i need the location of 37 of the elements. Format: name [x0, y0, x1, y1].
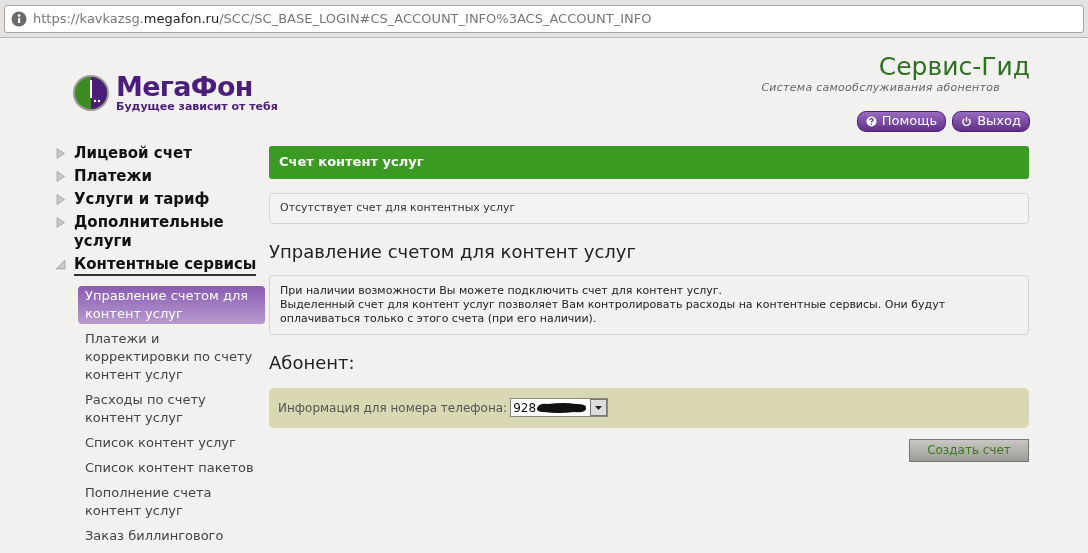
logo-wordmark: МегаФон [116, 73, 253, 101]
phone-select[interactable]: 928 [510, 398, 609, 417]
info-text: Выделенный счет для контент услуг позволяет Вам контролировать расходы на контентные сервисы. Они будут оплачиваться только с этого счета (при его наличии). [280, 297, 947, 326]
phone-value: 928 [513, 399, 537, 417]
address-bar[interactable]: https://kavkazsg.megafon.ru/SCC/SC_BASE_LOGIN#CS_ACCOUNT_INFO%3ACS_ACCOUNT_INFO [4, 4, 1084, 33]
logo-icon [72, 73, 110, 112]
subnav-item[interactable]: Список контент услуг [78, 432, 265, 453]
notice-text: Отсутствует счет для контентных услуг [280, 199, 516, 216]
subnav-item[interactable]: Заказ биллингового [78, 525, 265, 546]
app-title: Сервис-Гид [878, 54, 1030, 79]
expand-triangle-icon[interactable] [55, 216, 66, 228]
expand-triangle-icon[interactable] [55, 193, 66, 205]
nav-item[interactable]: Лицевой счет [74, 143, 192, 163]
subnav-item[interactable]: Платежи и корректировки по счету контент услуг [78, 328, 265, 385]
expand-triangle-icon[interactable] [55, 147, 66, 159]
phone-label: Информация для номера телефона: [278, 399, 508, 417]
app-subtitle: Система самообслуживания абонентов [761, 80, 1000, 96]
help-icon [865, 115, 877, 127]
nav-item[interactable]: Дополнительные услуги [74, 212, 265, 251]
expand-triangle-icon[interactable] [55, 170, 66, 182]
power-icon [961, 115, 973, 127]
subnav-item[interactable]: Управление счетом для контент услуг [78, 285, 265, 324]
help-button[interactable]: Помощь [856, 110, 947, 132]
panel-title: Счет контент услуг [279, 153, 424, 172]
nav-item[interactable]: Услуги и тариф [74, 189, 210, 209]
nav-item[interactable]: Платежи [74, 166, 152, 186]
section-title: Управление счетом для контент услуг [269, 239, 637, 264]
subnav-item[interactable]: Расходы по счету контент услуг [78, 389, 265, 428]
info-text: При наличии возможности Вы можете подключить счет для контент услуг. [280, 283, 724, 298]
subnav-item[interactable]: Список контент пакетов [78, 457, 265, 478]
subscriber-title: Абонент: [269, 350, 356, 375]
info-icon[interactable] [11, 10, 27, 27]
logo-slogan: Будущее зависит от тебя [116, 101, 278, 113]
logout-button[interactable]: Выход [952, 110, 1030, 132]
subnav-item[interactable]: Пополнение счета контент услуг [78, 482, 265, 521]
url-text: https://kavkazsg.megafon.ru/SCC/SC_BASE_LOGIN#CS_ACCOUNT_INFO%3ACS_ACCOUNT_INFO [33, 9, 652, 28]
collapse-triangle-icon[interactable] [55, 258, 66, 270]
